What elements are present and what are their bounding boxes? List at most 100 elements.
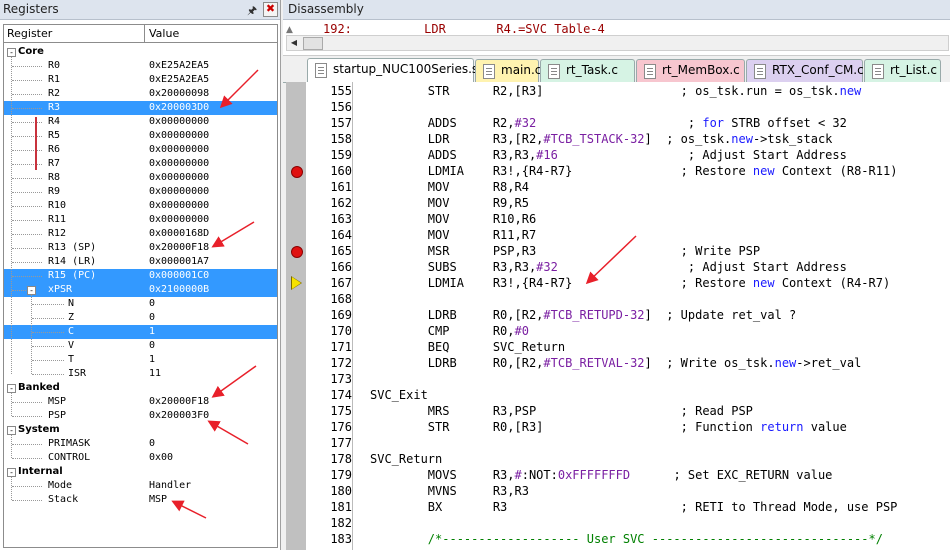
register-value[interactable]: 0: [149, 298, 155, 309]
tab-rt-task-c[interactable]: rt_Task.c: [540, 59, 635, 82]
register-row[interactable]: R12 0x0000168D: [4, 227, 277, 241]
register-value[interactable]: 0x00000000: [149, 172, 209, 183]
code-line[interactable]: 163 MOV R10,R6: [286, 211, 950, 227]
register-value[interactable]: 0x200003D0: [149, 102, 209, 113]
register-value[interactable]: 0x20000098: [149, 88, 209, 99]
register-value[interactable]: 0x20000F18: [149, 242, 209, 253]
register-value[interactable]: MSP: [149, 494, 167, 505]
register-value[interactable]: 0x00: [149, 452, 173, 463]
code-line[interactable]: 175 MRS R3,PSP ; Read PSP: [286, 403, 950, 419]
column-separator[interactable]: [144, 25, 145, 42]
register-row[interactable]: MSP 0x20000F18: [4, 395, 277, 409]
register-row[interactable]: R13 (SP) 0x20000F18: [4, 241, 277, 255]
register-value[interactable]: 0: [149, 340, 155, 351]
code-line[interactable]: 170 CMP R0,#0: [286, 323, 950, 339]
register-row[interactable]: R1 0xE25A2EA5: [4, 73, 277, 87]
register-value[interactable]: 0x00000000: [149, 200, 209, 211]
source-editor[interactable]: 155 STR R2,[R3] ; os_tsk.run = os_tsk.ne…: [286, 82, 950, 550]
register-value[interactable]: 0x00000000: [149, 158, 209, 169]
register-row[interactable]: R3 0x200003D0: [4, 101, 277, 115]
register-row[interactable]: R6 0x00000000: [4, 143, 277, 157]
register-row[interactable]: R5 0x00000000: [4, 129, 277, 143]
register-value[interactable]: 0x00000000: [149, 130, 209, 141]
register-row[interactable]: R15 (PC) 0x000001C0: [4, 269, 277, 283]
code-line[interactable]: 160 LDMIA R3!,{R4-R7} ; Restore new Cont…: [286, 163, 950, 179]
register-row[interactable]: R10 0x00000000: [4, 199, 277, 213]
register-value[interactable]: 0x000001A7: [149, 256, 209, 267]
register-value[interactable]: 0x00000000: [149, 116, 209, 127]
register-row[interactable]: Mode Handler: [4, 479, 277, 493]
code-line[interactable]: 168: [286, 291, 950, 307]
code-line[interactable]: 158 LDR R3,[R2,#TCB_TSTACK-32] ; os_tsk.…: [286, 131, 950, 147]
scroll-left-icon[interactable]: ◀: [287, 36, 301, 50]
code-line[interactable]: 159 ADDS R3,R3,#16 ; Adjust Start Addres…: [286, 147, 950, 163]
register-value[interactable]: 0: [149, 438, 155, 449]
collapse-toggle-icon[interactable]: -: [7, 48, 16, 57]
register-row[interactable]: R8 0x00000000: [4, 171, 277, 185]
register-group-internal[interactable]: - Internal: [4, 465, 277, 479]
code-line[interactable]: 182: [286, 515, 950, 531]
tab-rt-membox-c[interactable]: rt_MemBox.c: [636, 59, 745, 82]
tab-startup-nuc100series-s[interactable]: startup_NUC100Series.s: [307, 58, 478, 83]
code-line[interactable]: 164 MOV R11,R7: [286, 227, 950, 243]
register-value[interactable]: 0x00000000: [149, 186, 209, 197]
code-line[interactable]: 180 MVNS R3,R3: [286, 483, 950, 499]
register-group-system[interactable]: - System: [4, 423, 277, 437]
register-value[interactable]: 0x20000F18: [149, 396, 209, 407]
register-value[interactable]: 0x00000000: [149, 214, 209, 225]
register-row[interactable]: R7 0x00000000: [4, 157, 277, 171]
collapse-toggle-icon[interactable]: -: [7, 384, 16, 393]
tab-main-c[interactable]: main.c: [475, 59, 541, 82]
code-line[interactable]: 174 SVC_Exit: [286, 387, 950, 403]
scrollbar-thumb[interactable]: [303, 37, 323, 50]
expand-arrow-icon[interactable]: ▲: [286, 25, 293, 35]
register-value[interactable]: 0x0000168D: [149, 228, 209, 239]
code-line[interactable]: 157 ADDS R2,#32 ; for STRB offset < 32: [286, 115, 950, 131]
code-line[interactable]: 173: [286, 371, 950, 387]
register-value[interactable]: Handler: [149, 480, 191, 491]
code-line[interactable]: 166 SUBS R3,R3,#32 ; Adjust Start Addres…: [286, 259, 950, 275]
register-row[interactable]: R4 0x00000000: [4, 115, 277, 129]
code-line[interactable]: 181 BX R3 ; RETI to Thread Mode, use PSP: [286, 499, 950, 515]
register-value[interactable]: 0x2100000B: [149, 284, 209, 295]
register-value[interactable]: 0x00000000: [149, 144, 209, 155]
register-row[interactable]: - xPSR 0x2100000B: [4, 283, 277, 297]
register-row[interactable]: Stack MSP: [4, 493, 277, 507]
tab-rtx-conf-cm-c[interactable]: RTX_Conf_CM.c: [746, 59, 864, 82]
disassembly-scrollbar[interactable]: ◀: [286, 35, 949, 51]
code-line[interactable]: 162 MOV R9,R5: [286, 195, 950, 211]
code-line[interactable]: 167 LDMIA R3!,{R4-R7} ; Restore new Cont…: [286, 275, 950, 291]
register-row[interactable]: R2 0x20000098: [4, 87, 277, 101]
code-line[interactable]: 172 LDRB R0,[R2,#TCB_RETVAL-32] ; Write …: [286, 355, 950, 371]
register-row[interactable]: R9 0x00000000: [4, 185, 277, 199]
register-row[interactable]: R14 (LR) 0x000001A7: [4, 255, 277, 269]
register-row[interactable]: R11 0x00000000: [4, 213, 277, 227]
code-line[interactable]: 171 BEQ SVC_Return: [286, 339, 950, 355]
collapse-toggle-icon[interactable]: -: [7, 426, 16, 435]
collapse-toggle-icon[interactable]: -: [7, 468, 16, 477]
tab-rt-list-c[interactable]: rt_List.c: [864, 59, 941, 82]
code-line[interactable]: 177: [286, 435, 950, 451]
pin-icon[interactable]: 🖈: [247, 2, 257, 21]
breakpoint-icon[interactable]: [291, 246, 303, 258]
code-line[interactable]: 169 LDRB R0,[R2,#TCB_RETUPD-32] ; Update…: [286, 307, 950, 323]
code-line[interactable]: 161 MOV R8,R4: [286, 179, 950, 195]
register-value[interactable]: 0xE25A2EA5: [149, 60, 209, 71]
register-group-core[interactable]: - Core: [4, 45, 277, 59]
register-row[interactable]: PRIMASK 0: [4, 437, 277, 451]
register-value[interactable]: 1: [149, 326, 155, 337]
code-line[interactable]: 156: [286, 99, 950, 115]
breakpoint-icon[interactable]: [291, 166, 303, 178]
register-value[interactable]: 11: [149, 368, 161, 379]
column-header-value[interactable]: Value: [149, 27, 179, 40]
close-icon[interactable]: ✖: [263, 2, 278, 17]
register-row[interactable]: CONTROL 0x00: [4, 451, 277, 465]
code-line[interactable]: 183 /*------------------- User SVC -----…: [286, 531, 950, 547]
register-value[interactable]: 0xE25A2EA5: [149, 74, 209, 85]
register-row[interactable]: PSP 0x200003F0: [4, 409, 277, 423]
code-line[interactable]: 178 SVC_Return: [286, 451, 950, 467]
code-line[interactable]: 155 STR R2,[R3] ; os_tsk.run = os_tsk.ne…: [286, 83, 950, 99]
register-value[interactable]: 0: [149, 312, 155, 323]
register-value[interactable]: 0x000001C0: [149, 270, 209, 281]
collapse-toggle-icon[interactable]: -: [27, 286, 36, 295]
